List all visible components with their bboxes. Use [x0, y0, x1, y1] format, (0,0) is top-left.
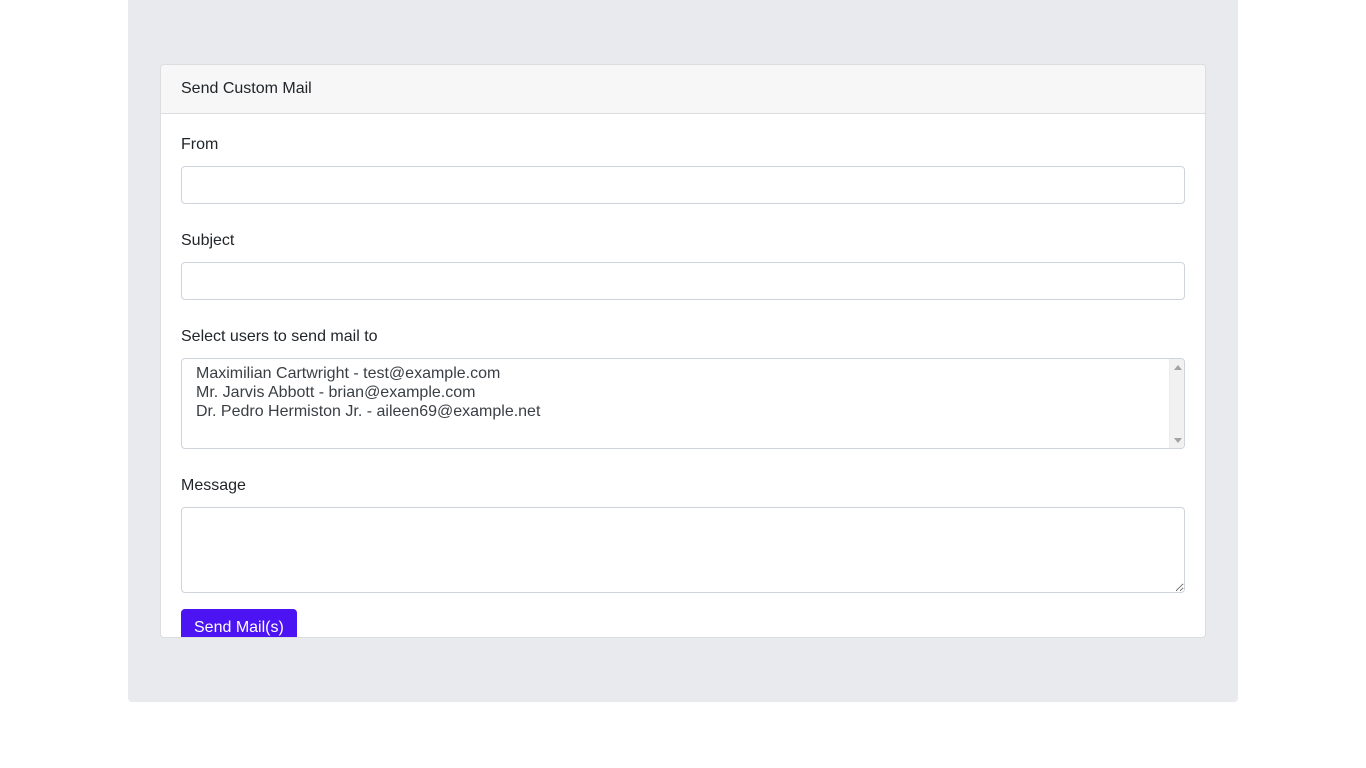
page-panel: Send Custom Mail From Subject Select use… [128, 0, 1238, 702]
recipient-option[interactable]: Mr. Jarvis Abbott - brian@example.com [182, 383, 1184, 402]
send-mail-form: From Subject Select users to send mail t… [161, 114, 1205, 637]
scroll-up-arrow-icon[interactable] [1170, 360, 1184, 374]
send-mail-card: Send Custom Mail From Subject Select use… [160, 64, 1206, 638]
recipients-multiselect[interactable]: Maximilian Cartwright - test@example.com… [181, 358, 1185, 449]
recipient-option[interactable]: Maximilian Cartwright - test@example.com [182, 364, 1184, 383]
scroll-down-arrow-icon[interactable] [1170, 433, 1184, 447]
message-label: Message [181, 477, 246, 494]
card-title: Send Custom Mail [161, 65, 1205, 114]
subject-label: Subject [181, 232, 235, 249]
from-label: From [181, 136, 219, 153]
message-textarea[interactable] [181, 507, 1185, 593]
recipients-scrollbar[interactable] [1169, 359, 1184, 448]
send-mail-button[interactable]: Send Mail(s) [181, 609, 297, 637]
recipient-option[interactable]: Dr. Pedro Hermiston Jr. - aileen69@examp… [182, 402, 1184, 421]
recipients-options: Maximilian Cartwright - test@example.com… [182, 359, 1184, 421]
recipients-label: Select users to send mail to [181, 328, 378, 345]
from-input[interactable] [181, 166, 1185, 204]
subject-input[interactable] [181, 262, 1185, 300]
